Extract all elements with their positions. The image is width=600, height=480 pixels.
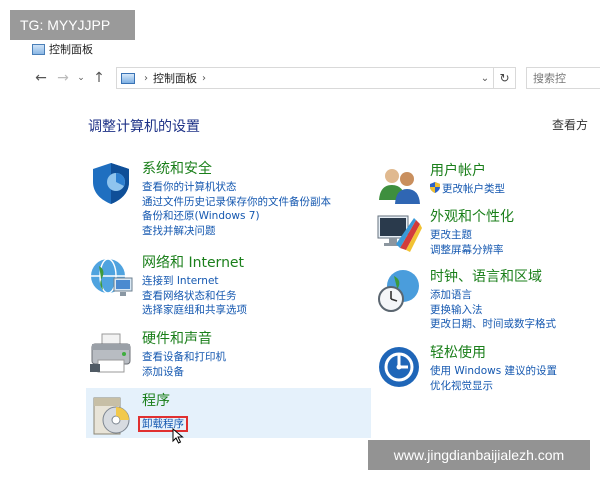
navigation-bar: ← → ⌄ ↑ › 控制面板 › ⌄ ↻ 搜索控 — [30, 66, 600, 90]
refresh-icon[interactable]: ↻ — [494, 67, 516, 89]
address-dropdown-icon[interactable]: ⌄ — [477, 73, 493, 84]
link-add-language[interactable]: 添加语言 — [430, 288, 556, 303]
watermark-bottom: www.jingdianbaijialezh.com — [368, 440, 590, 470]
link-change-account-type[interactable]: 更改帐户类型 — [430, 182, 505, 197]
link-connect-internet[interactable]: 连接到 Internet — [142, 274, 247, 289]
link-optimize-visual-display[interactable]: 优化视觉显示 — [430, 379, 557, 394]
link-backup-restore[interactable]: 备份和还原(Windows 7) — [142, 209, 331, 224]
category-title[interactable]: 网络和 Internet — [142, 254, 247, 272]
category-system-security: 系统和安全 查看你的计算机状态 通过文件历史记录保存你的文件备份副本 备份和还原… — [88, 160, 331, 238]
link-network-status[interactable]: 查看网络状态和任务 — [142, 289, 247, 304]
back-arrow-icon[interactable]: ← — [30, 67, 52, 89]
link-troubleshoot[interactable]: 查找并解决问题 — [142, 224, 331, 239]
mouse-cursor-icon — [172, 428, 184, 444]
users-icon[interactable] — [376, 162, 422, 208]
category-title[interactable]: 用户帐户 — [430, 162, 505, 180]
view-by-label[interactable]: 查看方 — [552, 116, 588, 133]
link-homegroup[interactable]: 选择家庭组和共享选项 — [142, 303, 247, 318]
printer-icon[interactable] — [88, 330, 134, 376]
category-network-internet: 网络和 Internet 连接到 Internet 查看网络状态和任务 选择家庭… — [88, 254, 247, 318]
recent-locations-chevron-icon[interactable]: ⌄ — [74, 67, 88, 89]
control-panel-icon — [32, 43, 45, 55]
window-title: 控制面板 — [49, 43, 93, 56]
category-title[interactable]: 外观和个性化 — [430, 208, 514, 226]
clock-globe-icon[interactable] — [376, 268, 422, 314]
shield-icon[interactable] — [88, 160, 134, 206]
category-user-accounts: 用户帐户 更改帐户类型 — [376, 162, 505, 208]
link-add-device[interactable]: 添加设备 — [142, 365, 226, 380]
link-recommended-settings[interactable]: 使用 Windows 建议的设置 — [430, 364, 557, 379]
category-title[interactable]: 轻松使用 — [430, 344, 557, 362]
link-change-account-type-label: 更改帐户类型 — [442, 183, 505, 195]
link-view-computer-status[interactable]: 查看你的计算机状态 — [142, 180, 331, 195]
category-title[interactable]: 时钟、语言和区域 — [430, 268, 556, 286]
category-title[interactable]: 系统和安全 — [142, 160, 331, 178]
link-change-theme[interactable]: 更改主题 — [430, 228, 514, 243]
window-titlebar: 控制面板 — [32, 40, 93, 58]
search-input[interactable]: 搜索控 — [526, 67, 600, 89]
link-change-input-method[interactable]: 更换输入法 — [430, 303, 556, 318]
category-ease-of-access: 轻松使用 使用 Windows 建议的设置 优化视觉显示 — [376, 344, 557, 393]
category-appearance: 外观和个性化 更改主题 调整屏幕分辨率 — [376, 208, 514, 257]
link-file-history[interactable]: 通过文件历史记录保存你的文件备份副本 — [142, 195, 331, 210]
category-clock-language-region: 时钟、语言和区域 添加语言 更换输入法 更改日期、时间或数字格式 — [376, 268, 556, 332]
breadcrumb-control-panel[interactable]: 控制面板 — [153, 70, 197, 86]
network-globe-icon[interactable] — [88, 254, 134, 300]
programs-disc-icon[interactable] — [88, 392, 134, 438]
uac-shield-icon — [430, 182, 440, 193]
link-change-date-time-format[interactable]: 更改日期、时间或数字格式 — [430, 317, 556, 332]
category-title[interactable]: 程序 — [142, 392, 188, 410]
page-title: 调整计算机的设置 — [88, 119, 200, 135]
category-hardware-sound: 硬件和声音 查看设备和打印机 添加设备 — [88, 330, 226, 379]
ease-of-access-icon[interactable] — [376, 344, 422, 390]
link-screen-resolution[interactable]: 调整屏幕分辨率 — [430, 243, 514, 258]
breadcrumb-chevron-icon[interactable]: › — [202, 73, 206, 84]
breadcrumb-chevron-icon[interactable]: › — [144, 73, 148, 84]
category-title[interactable]: 硬件和声音 — [142, 330, 226, 348]
address-bar[interactable]: › 控制面板 › ⌄ — [116, 67, 494, 89]
appearance-monitor-icon[interactable] — [376, 208, 422, 254]
forward-arrow-icon[interactable]: → — [52, 67, 74, 89]
control-panel-icon — [121, 72, 135, 84]
link-devices-printers[interactable]: 查看设备和打印机 — [142, 350, 226, 365]
up-arrow-icon[interactable]: ↑ — [88, 67, 110, 89]
watermark-top: TG: MYYJJPP — [10, 10, 135, 40]
